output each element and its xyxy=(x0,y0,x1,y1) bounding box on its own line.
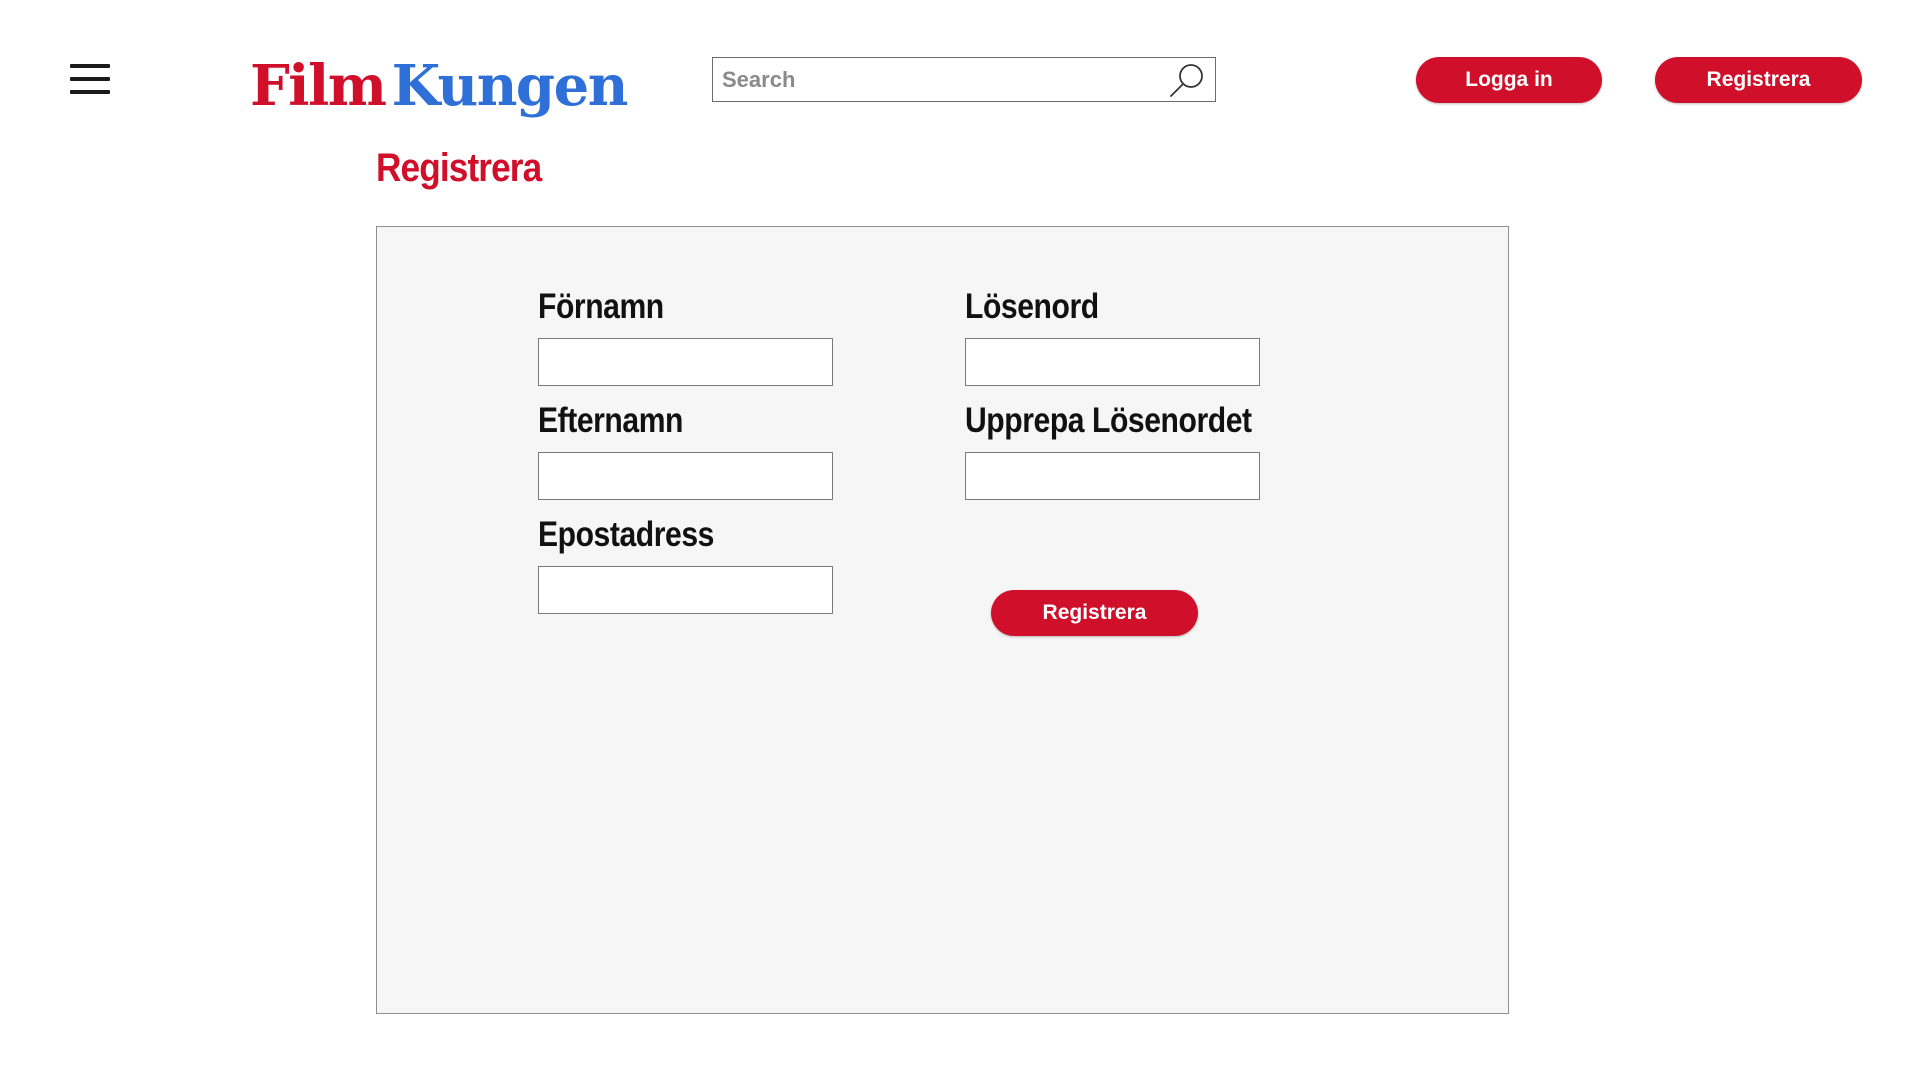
page-title: Registrera xyxy=(376,146,542,190)
password-field[interactable] xyxy=(965,338,1260,386)
logo-text-film: Film xyxy=(250,53,387,119)
register-submit-button[interactable]: Registrera xyxy=(991,590,1198,636)
email-label: Epostadress xyxy=(538,515,714,554)
page: Film Kungen Logga in Registrera Registre… xyxy=(0,0,1920,1080)
registration-form-panel: Förnamn Efternamn Epostadress Lösenord U… xyxy=(376,226,1509,1014)
last-name-label: Efternamn xyxy=(538,401,683,440)
email-field[interactable] xyxy=(538,566,833,614)
password-label: Lösenord xyxy=(965,287,1099,326)
search-icon[interactable] xyxy=(1167,61,1207,99)
hamburger-menu-icon[interactable] xyxy=(70,64,110,94)
register-header-button[interactable]: Registrera xyxy=(1655,57,1862,103)
logo-text-kungen: Kungen xyxy=(391,53,629,119)
site-logo[interactable]: Film Kungen xyxy=(250,46,629,126)
repeat-password-field[interactable] xyxy=(965,452,1260,500)
menu-line xyxy=(70,64,110,68)
search-input[interactable] xyxy=(713,58,1153,101)
menu-line xyxy=(70,90,110,94)
repeat-password-label: Upprepa Lösenordet xyxy=(965,401,1252,440)
last-name-field[interactable] xyxy=(538,452,833,500)
search-box xyxy=(712,57,1216,102)
first-name-field[interactable] xyxy=(538,338,833,386)
login-button[interactable]: Logga in xyxy=(1416,57,1602,103)
menu-line xyxy=(70,77,110,81)
first-name-label: Förnamn xyxy=(538,287,664,326)
